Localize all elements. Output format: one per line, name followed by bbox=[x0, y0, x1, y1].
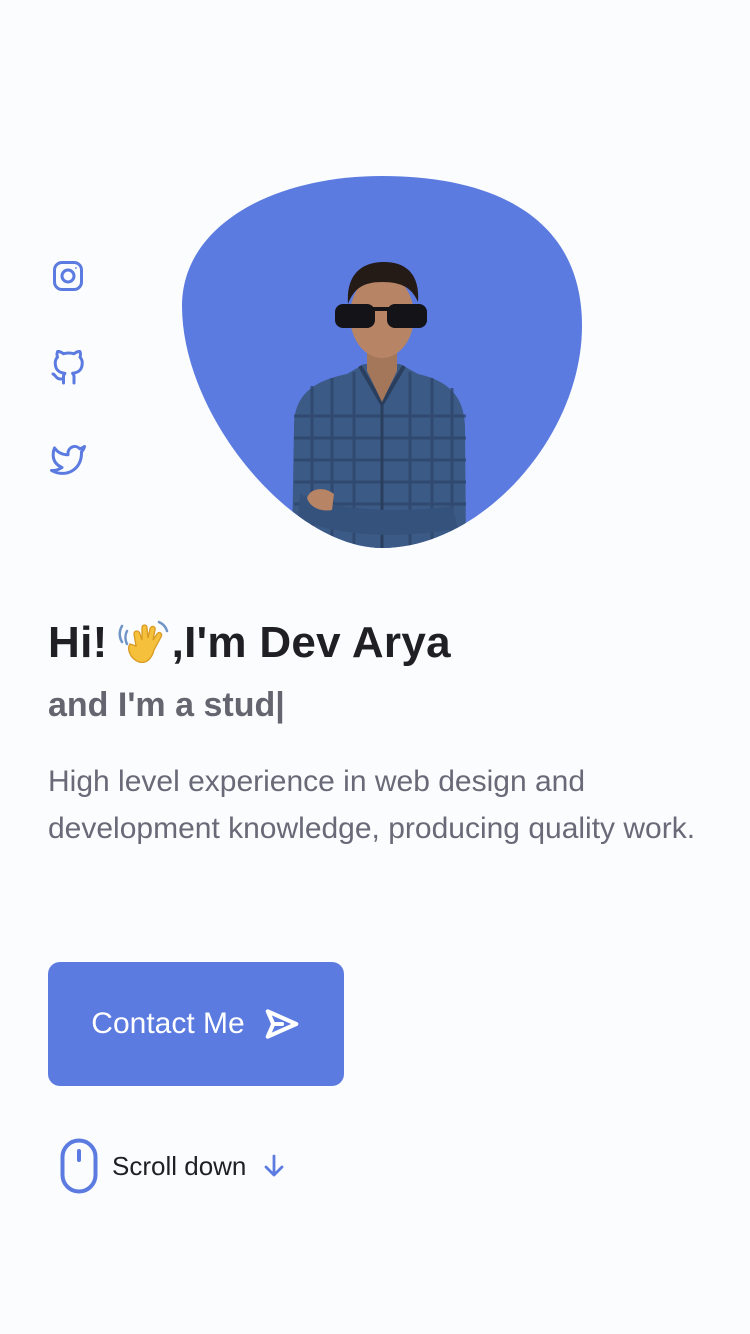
instagram-link[interactable] bbox=[48, 256, 88, 296]
github-icon bbox=[51, 350, 84, 385]
send-icon bbox=[265, 1009, 299, 1039]
scroll-down-link[interactable]: Scroll down bbox=[60, 1138, 286, 1194]
instagram-icon bbox=[53, 261, 83, 291]
name-line: ,I'm Dev Arya bbox=[171, 618, 451, 667]
twitter-link[interactable] bbox=[48, 440, 88, 480]
contact-me-label: Contact Me bbox=[91, 1007, 245, 1040]
hero-description: High level experience in web design and … bbox=[48, 765, 696, 845]
arrow-down-icon bbox=[265, 1154, 284, 1177]
waving-hand-icon bbox=[118, 620, 168, 664]
profile-image bbox=[182, 176, 582, 548]
hero-title: Hi! ,I'm Dev Arya bbox=[48, 618, 451, 668]
scroll-down-label: Scroll down bbox=[112, 1150, 247, 1181]
contact-me-button[interactable]: Contact Me bbox=[48, 962, 344, 1086]
typing-subtitle: and I'm a stud| bbox=[48, 686, 285, 724]
twitter-icon bbox=[50, 445, 86, 475]
github-link[interactable] bbox=[48, 348, 88, 388]
mouse-icon bbox=[60, 1138, 98, 1194]
greeting: Hi! bbox=[48, 618, 108, 667]
